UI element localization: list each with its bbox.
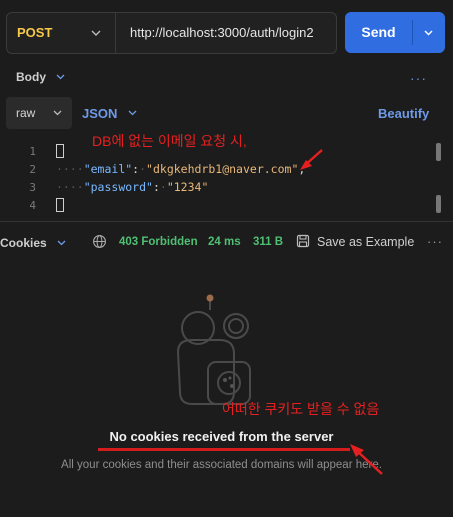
save-icon[interactable] — [296, 234, 310, 248]
body-format-label: raw — [16, 106, 36, 120]
open-brace — [56, 143, 64, 158]
code-line: ····"password":·"1234" — [56, 180, 209, 194]
line-number: 3 — [29, 181, 36, 194]
body-tab[interactable]: Body — [16, 70, 46, 84]
astronaut-cookie-illustration — [176, 294, 251, 405]
arrow-icon — [300, 149, 323, 170]
send-button-group: Send — [345, 12, 445, 53]
response-time[interactable]: 24 ms — [208, 236, 241, 248]
save-as-example-button[interactable]: Save as Example — [317, 235, 414, 249]
method-select[interactable]: POST — [17, 13, 52, 53]
chevron-down-icon — [53, 110, 62, 116]
annotation-note: DB에 없는 이메일 요청 시, — [92, 133, 247, 149]
annotation-note: 어떠한 쿠키도 받을 수 없음 — [222, 401, 380, 417]
line-number: 1 — [29, 145, 36, 158]
annotation-underline — [98, 448, 350, 451]
language-select[interactable]: JSON — [82, 106, 117, 121]
email-key: "email" — [83, 162, 133, 176]
code-line — [56, 143, 64, 158]
send-button[interactable]: Send — [345, 12, 412, 53]
beautify-button[interactable]: Beautify — [378, 106, 429, 121]
chevron-down-icon[interactable] — [127, 107, 138, 118]
password-key: "password" — [83, 180, 153, 194]
url-input[interactable]: http://localhost:3000/auth/login2 — [130, 13, 333, 53]
email-value: "dkgkehdrb1@naver.com" — [146, 162, 299, 176]
scrollbar[interactable] — [436, 195, 441, 213]
request-bar: POST http://localhost:3000/auth/login2 — [6, 12, 337, 54]
chevron-down-icon[interactable] — [89, 26, 103, 40]
chevron-down-icon[interactable] — [56, 237, 67, 248]
body-format-select[interactable]: raw — [6, 97, 72, 129]
divider — [412, 20, 413, 45]
line-number: 2 — [29, 163, 36, 176]
more-options-button[interactable]: ··· — [410, 70, 427, 86]
divider — [115, 13, 116, 53]
code-line: ····"email":·"dkgkehdrb1@naver.com", — [56, 162, 305, 176]
code-line — [56, 197, 64, 212]
code-editor[interactable]: 1 2 3 4 ····"email":·"dkgkehdrb1@naver.c… — [0, 140, 453, 220]
cookies-tab[interactable]: Cookies — [0, 236, 47, 250]
divider — [0, 221, 453, 222]
arrow-icon — [350, 444, 383, 475]
chevron-down-icon[interactable] — [422, 26, 435, 39]
chevron-down-icon[interactable] — [55, 71, 66, 82]
more-options-button[interactable]: ··· — [427, 234, 443, 249]
line-number: 4 — [29, 199, 36, 212]
globe-icon[interactable] — [92, 234, 107, 249]
response-size[interactable]: 311 B — [253, 236, 283, 248]
close-brace — [56, 197, 64, 212]
password-value: "1234" — [166, 180, 209, 194]
scrollbar[interactable] — [436, 143, 441, 161]
status-code[interactable]: 403 Forbidden — [119, 236, 198, 248]
